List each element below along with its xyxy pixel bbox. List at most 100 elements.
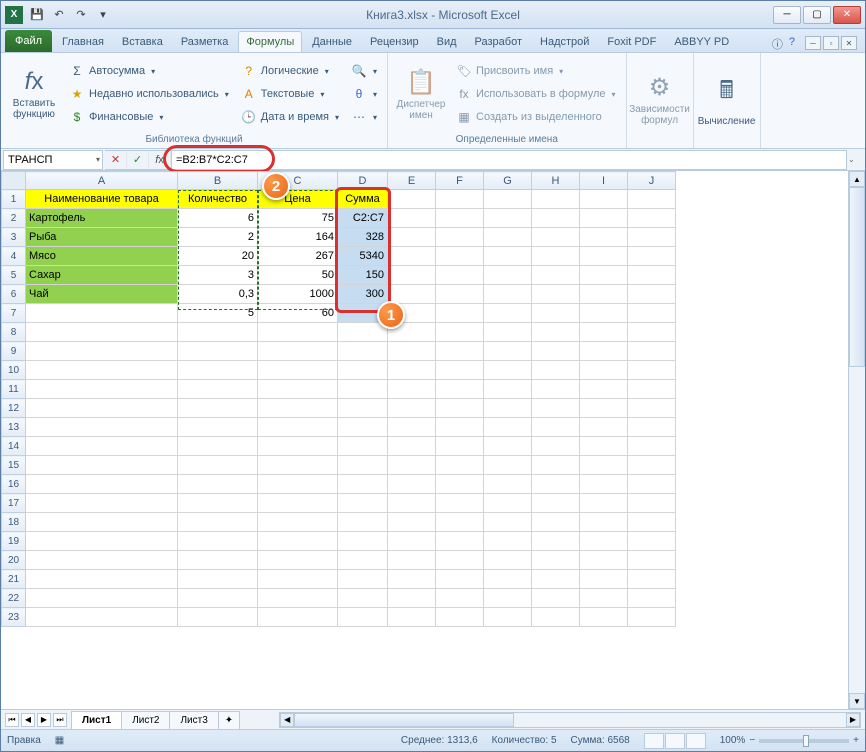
cell-J10[interactable] [628,361,676,380]
col-header-I[interactable]: I [580,172,628,190]
cell-E13[interactable] [388,418,436,437]
cell-E18[interactable] [388,513,436,532]
cell-G10[interactable] [484,361,532,380]
cell-I9[interactable] [580,342,628,361]
cell-B13[interactable] [178,418,258,437]
cell-I17[interactable] [580,494,628,513]
cell-E12[interactable] [388,399,436,418]
horizontal-scrollbar[interactable]: ◀ ▶ [279,712,861,728]
cell-D10[interactable] [338,361,388,380]
cell-A21[interactable] [26,570,178,589]
cell-B1[interactable]: Количество [178,190,258,209]
cell-H13[interactable] [532,418,580,437]
cell-H22[interactable] [532,589,580,608]
row-header-9[interactable]: 9 [2,342,26,361]
cell-I4[interactable] [580,247,628,266]
cell-B23[interactable] [178,608,258,627]
tab-foxit[interactable]: Foxit PDF [599,31,664,52]
redo-button[interactable]: ↷ [71,5,91,25]
cell-B5[interactable]: 3 [178,266,258,285]
cell-G8[interactable] [484,323,532,342]
autosum-button[interactable]: ΣАвтосумма▾ [65,60,233,82]
col-header-D[interactable]: D [338,172,388,190]
cell-C18[interactable] [258,513,338,532]
row-header-11[interactable]: 11 [2,380,26,399]
row-header-14[interactable]: 14 [2,437,26,456]
cell-C8[interactable] [258,323,338,342]
sheet-tab-2[interactable]: Лист2 [121,711,170,729]
cell-G5[interactable] [484,266,532,285]
row-header-15[interactable]: 15 [2,456,26,475]
cell-G1[interactable] [484,190,532,209]
cell-D22[interactable] [338,589,388,608]
cell-H8[interactable] [532,323,580,342]
cell-C2[interactable]: 75 [258,209,338,228]
cell-E9[interactable] [388,342,436,361]
cell-C20[interactable] [258,551,338,570]
cell-D13[interactable] [338,418,388,437]
cell-B21[interactable] [178,570,258,589]
cell-G21[interactable] [484,570,532,589]
cell-I15[interactable] [580,456,628,475]
cell-B15[interactable] [178,456,258,475]
cell-H2[interactable] [532,209,580,228]
cell-G6[interactable] [484,285,532,304]
close-button[interactable]: ✕ [833,6,861,24]
cell-A2[interactable]: Картофель [26,209,178,228]
cell-B8[interactable] [178,323,258,342]
cell-C23[interactable] [258,608,338,627]
cell-G12[interactable] [484,399,532,418]
cancel-formula-button[interactable]: ✕ [105,151,127,169]
row-header-10[interactable]: 10 [2,361,26,380]
cell-E19[interactable] [388,532,436,551]
cell-A22[interactable] [26,589,178,608]
cell-I2[interactable] [580,209,628,228]
cell-E20[interactable] [388,551,436,570]
cell-C9[interactable] [258,342,338,361]
undo-button[interactable]: ↶ [49,5,69,25]
col-header-H[interactable]: H [532,172,580,190]
cell-G23[interactable] [484,608,532,627]
cell-C12[interactable] [258,399,338,418]
cell-J23[interactable] [628,608,676,627]
cell-J12[interactable] [628,399,676,418]
vscroll-thumb[interactable] [849,187,865,367]
cell-C21[interactable] [258,570,338,589]
cell-J13[interactable] [628,418,676,437]
cell-I7[interactable] [580,304,628,323]
cell-I14[interactable] [580,437,628,456]
sheet-tab-1[interactable]: Лист1 [71,711,122,729]
new-sheet-button[interactable]: ✦ [218,711,240,729]
cell-I5[interactable] [580,266,628,285]
cell-F20[interactable] [436,551,484,570]
cell-D19[interactable] [338,532,388,551]
cell-F14[interactable] [436,437,484,456]
cell-A16[interactable] [26,475,178,494]
minimize-button[interactable]: ─ [773,6,801,24]
expand-formula-bar-icon[interactable]: ⌄ [848,155,862,164]
cell-F12[interactable] [436,399,484,418]
math-button[interactable]: θ▾ [347,83,381,105]
cell-A15[interactable] [26,456,178,475]
cell-C16[interactable] [258,475,338,494]
more-functions-button[interactable]: ⋯▾ [347,106,381,128]
cell-A8[interactable] [26,323,178,342]
cell-B12[interactable] [178,399,258,418]
cell-F19[interactable] [436,532,484,551]
cell-C22[interactable] [258,589,338,608]
datetime-button[interactable]: 🕒Дата и время▾ [237,106,343,128]
zoom-slider[interactable] [759,739,849,743]
row-header-17[interactable]: 17 [2,494,26,513]
tab-home[interactable]: Главная [54,31,112,52]
cell-E14[interactable] [388,437,436,456]
cell-D12[interactable] [338,399,388,418]
cell-E1[interactable] [388,190,436,209]
cell-I23[interactable] [580,608,628,627]
text-button[interactable]: AТекстовые▾ [237,83,343,105]
cell-D17[interactable] [338,494,388,513]
cell-D18[interactable] [338,513,388,532]
fx-button[interactable]: fx [149,151,171,169]
save-button[interactable]: 💾 [27,5,47,25]
cell-J8[interactable] [628,323,676,342]
cell-H16[interactable] [532,475,580,494]
